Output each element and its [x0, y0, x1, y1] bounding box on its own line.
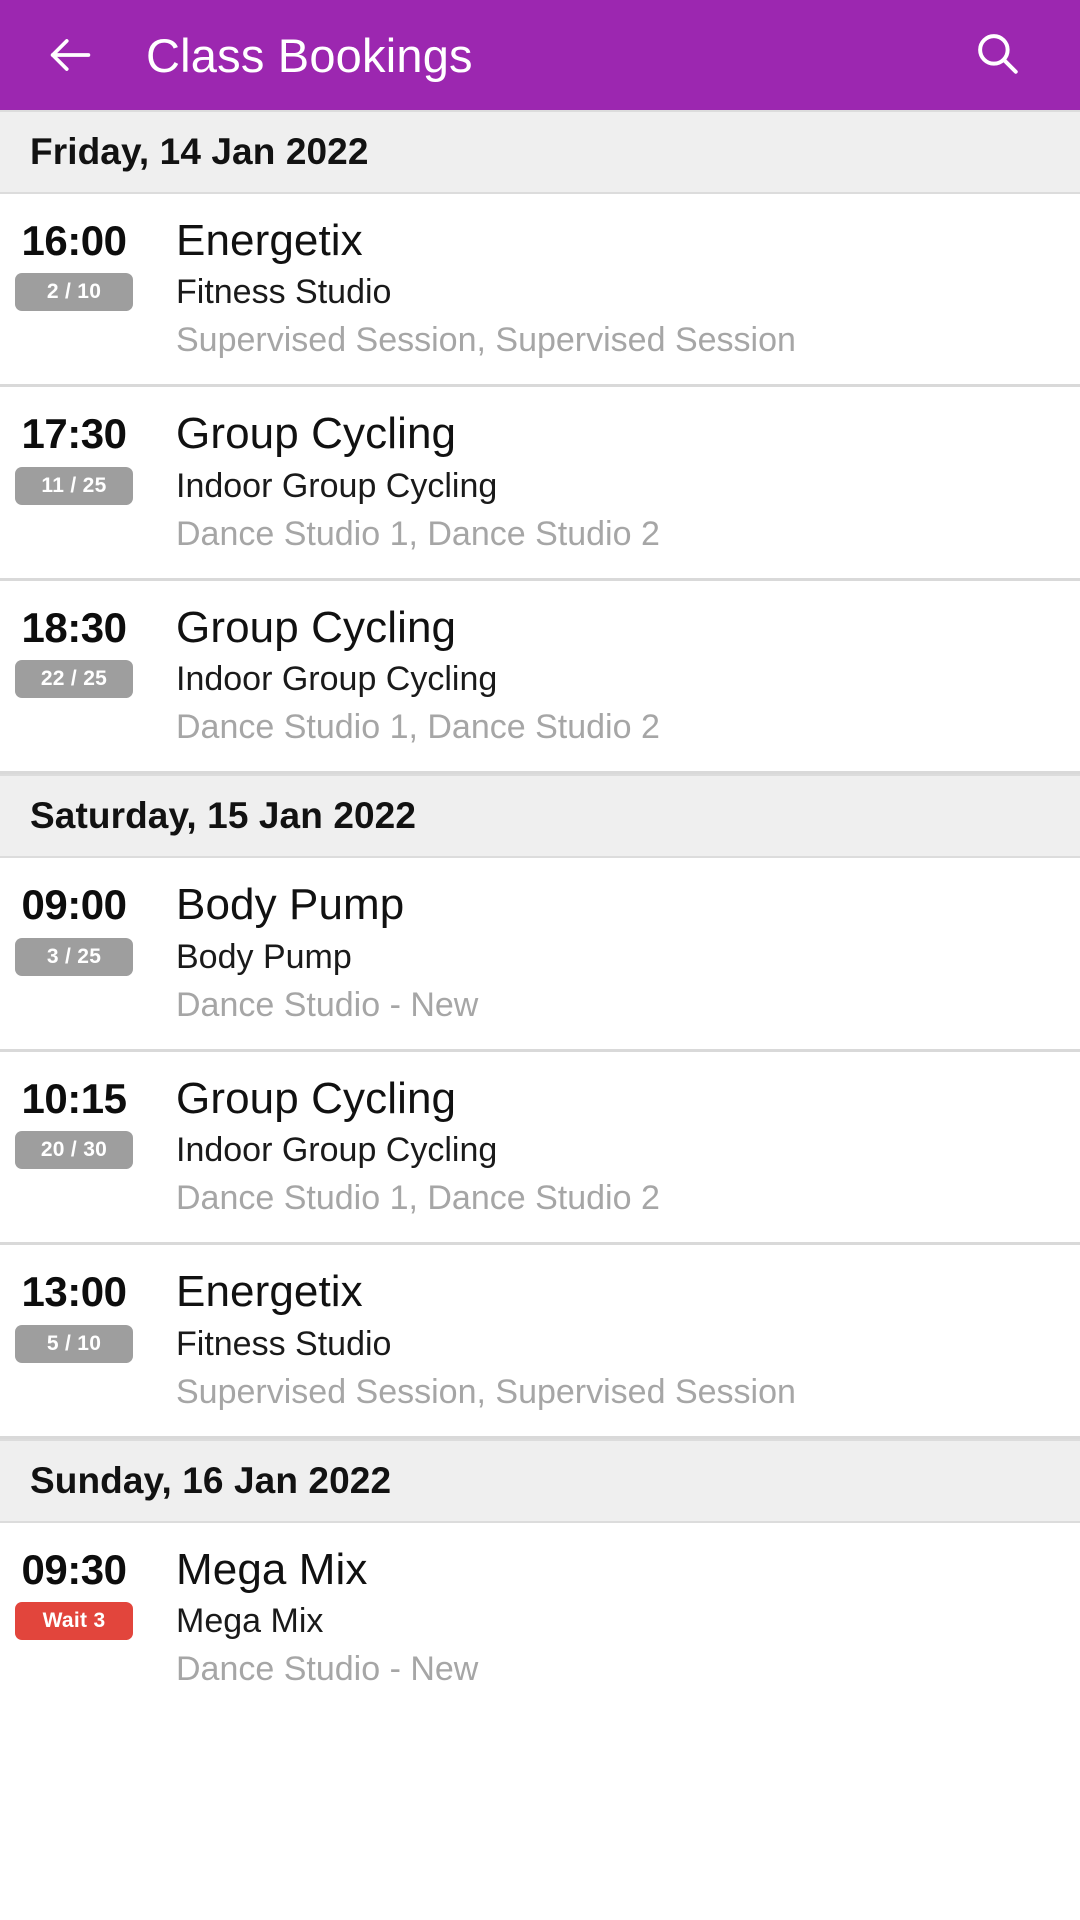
- booking-time-column: 16:00 2 / 10: [0, 216, 148, 360]
- back-button[interactable]: [34, 19, 106, 91]
- class-location: Dance Studio 1, Dance Studio 2: [176, 1179, 660, 1218]
- class-location: Dance Studio 1, Dance Studio 2: [176, 514, 660, 553]
- class-name: Energetix: [176, 216, 363, 265]
- waitlist-badge: Wait 3: [15, 1602, 133, 1641]
- booking-row[interactable]: 10:15 20 / 30 Group Cycling Indoor Group Cy…: [0, 1051, 1080, 1246]
- search-icon: [972, 28, 1022, 83]
- capacity-badge: 22 / 25: [15, 660, 133, 699]
- booking-time: 10:15: [21, 1074, 127, 1122]
- booking-row[interactable]: 18:30 22 / 25 Group Cycling Indoor Group Cy…: [0, 580, 1080, 775]
- class-name: Group Cycling: [176, 1073, 457, 1123]
- booking-time-column: 10:15 20 / 30: [0, 1074, 148, 1218]
- class-name: Mega Mix: [176, 1544, 368, 1594]
- booking-row[interactable]: 09:00 3 / 25 Body Pump Body Pump Dance Studi…: [0, 858, 1080, 1052]
- class-subtitle: Indoor Group Cycling: [176, 660, 498, 699]
- booking-details: Mega Mix Mega Mix Dance Studio - New: [148, 1545, 1080, 1689]
- class-subtitle: Indoor Group Cycling: [176, 466, 498, 505]
- booking-details: Body Pump Body Pump Dance Studio - New: [148, 880, 1080, 1024]
- booking-time: 09:30: [21, 1545, 127, 1593]
- booking-details: Group Cycling Indoor Group Cycling Dance S…: [148, 603, 1080, 747]
- app-bar: Class Bookings: [0, 0, 1080, 110]
- class-name: Body Pump: [176, 880, 405, 930]
- class-name: Group Cycling: [176, 602, 457, 652]
- booking-time: 18:30: [21, 603, 127, 651]
- capacity-badge: 3 / 25: [15, 937, 133, 976]
- class-subtitle: Mega Mix: [176, 1601, 324, 1640]
- class-location: Supervised Session, Supervised Session: [176, 321, 796, 360]
- date-section-label: Saturday, 15 Jan 2022: [30, 795, 417, 837]
- capacity-badge: 5 / 10: [15, 1324, 133, 1363]
- booking-row[interactable]: 16:00 2 / 10 Energetix Fitness Studio Superv…: [0, 194, 1080, 388]
- class-name: Energetix: [176, 1267, 363, 1317]
- date-section-label: Sunday, 16 Jan 2022: [30, 1459, 392, 1501]
- booking-time-column: 18:30 22 / 25: [0, 603, 148, 747]
- class-name: Group Cycling: [176, 409, 457, 459]
- search-button[interactable]: [960, 18, 1034, 92]
- class-location: Supervised Session, Supervised Session: [176, 1372, 796, 1411]
- date-section-header: Friday, 14 Jan 2022: [0, 110, 1080, 194]
- class-location: Dance Studio 1, Dance Studio 2: [176, 708, 660, 747]
- booking-details: Energetix Fitness Studio Supervised Sessio…: [148, 1267, 1080, 1411]
- class-location: Dance Studio - New: [176, 985, 479, 1024]
- booking-details: Group Cycling Indoor Group Cycling Dance S…: [148, 409, 1080, 553]
- booking-details: Group Cycling Indoor Group Cycling Dance S…: [148, 1074, 1080, 1218]
- class-subtitle: Fitness Studio: [176, 1324, 392, 1363]
- booking-row[interactable]: 17:30 11 / 25 Group Cycling Indoor Group Cy…: [0, 387, 1080, 581]
- date-section-header: Saturday, 15 Jan 2022: [0, 774, 1080, 859]
- booking-row[interactable]: 09:30 Wait 3 Mega Mix Mega Mix Dance Studio …: [0, 1522, 1080, 1714]
- class-subtitle: Indoor Group Cycling: [176, 1131, 498, 1170]
- booking-time: 17:30: [21, 410, 127, 458]
- date-section-header: Sunday, 16 Jan 2022: [0, 1438, 1080, 1523]
- capacity-badge: 20 / 30: [15, 1131, 133, 1170]
- booking-time-column: 09:00 3 / 25: [0, 880, 148, 1024]
- booking-time-column: 17:30 11 / 25: [0, 409, 148, 553]
- booking-details: Energetix Fitness Studio Supervised Sessio…: [148, 216, 1080, 360]
- arrow-left-icon: [44, 29, 96, 81]
- booking-time: 13:00: [21, 1268, 127, 1316]
- class-subtitle: Fitness Studio: [176, 273, 392, 312]
- class-subtitle: Body Pump: [176, 937, 352, 976]
- page-title: Class Bookings: [146, 28, 473, 82]
- date-section-label: Friday, 14 Jan 2022: [30, 131, 369, 172]
- booking-time: 09:00: [21, 881, 127, 929]
- booking-row[interactable]: 13:00 5 / 10 Energetix Fitness Studio Superv…: [0, 1245, 1080, 1439]
- capacity-badge: 2 / 10: [15, 273, 133, 312]
- booking-time: 16:00: [21, 217, 127, 264]
- bookings-list[interactable]: Friday, 14 Jan 2022 16:00 2 / 10 Energetix F…: [0, 110, 1080, 1920]
- booking-time-column: 13:00 5 / 10: [0, 1267, 148, 1411]
- class-location: Dance Studio - New: [176, 1650, 479, 1689]
- capacity-badge: 11 / 25: [15, 466, 133, 505]
- booking-time-column: 09:30 Wait 3: [0, 1545, 148, 1689]
